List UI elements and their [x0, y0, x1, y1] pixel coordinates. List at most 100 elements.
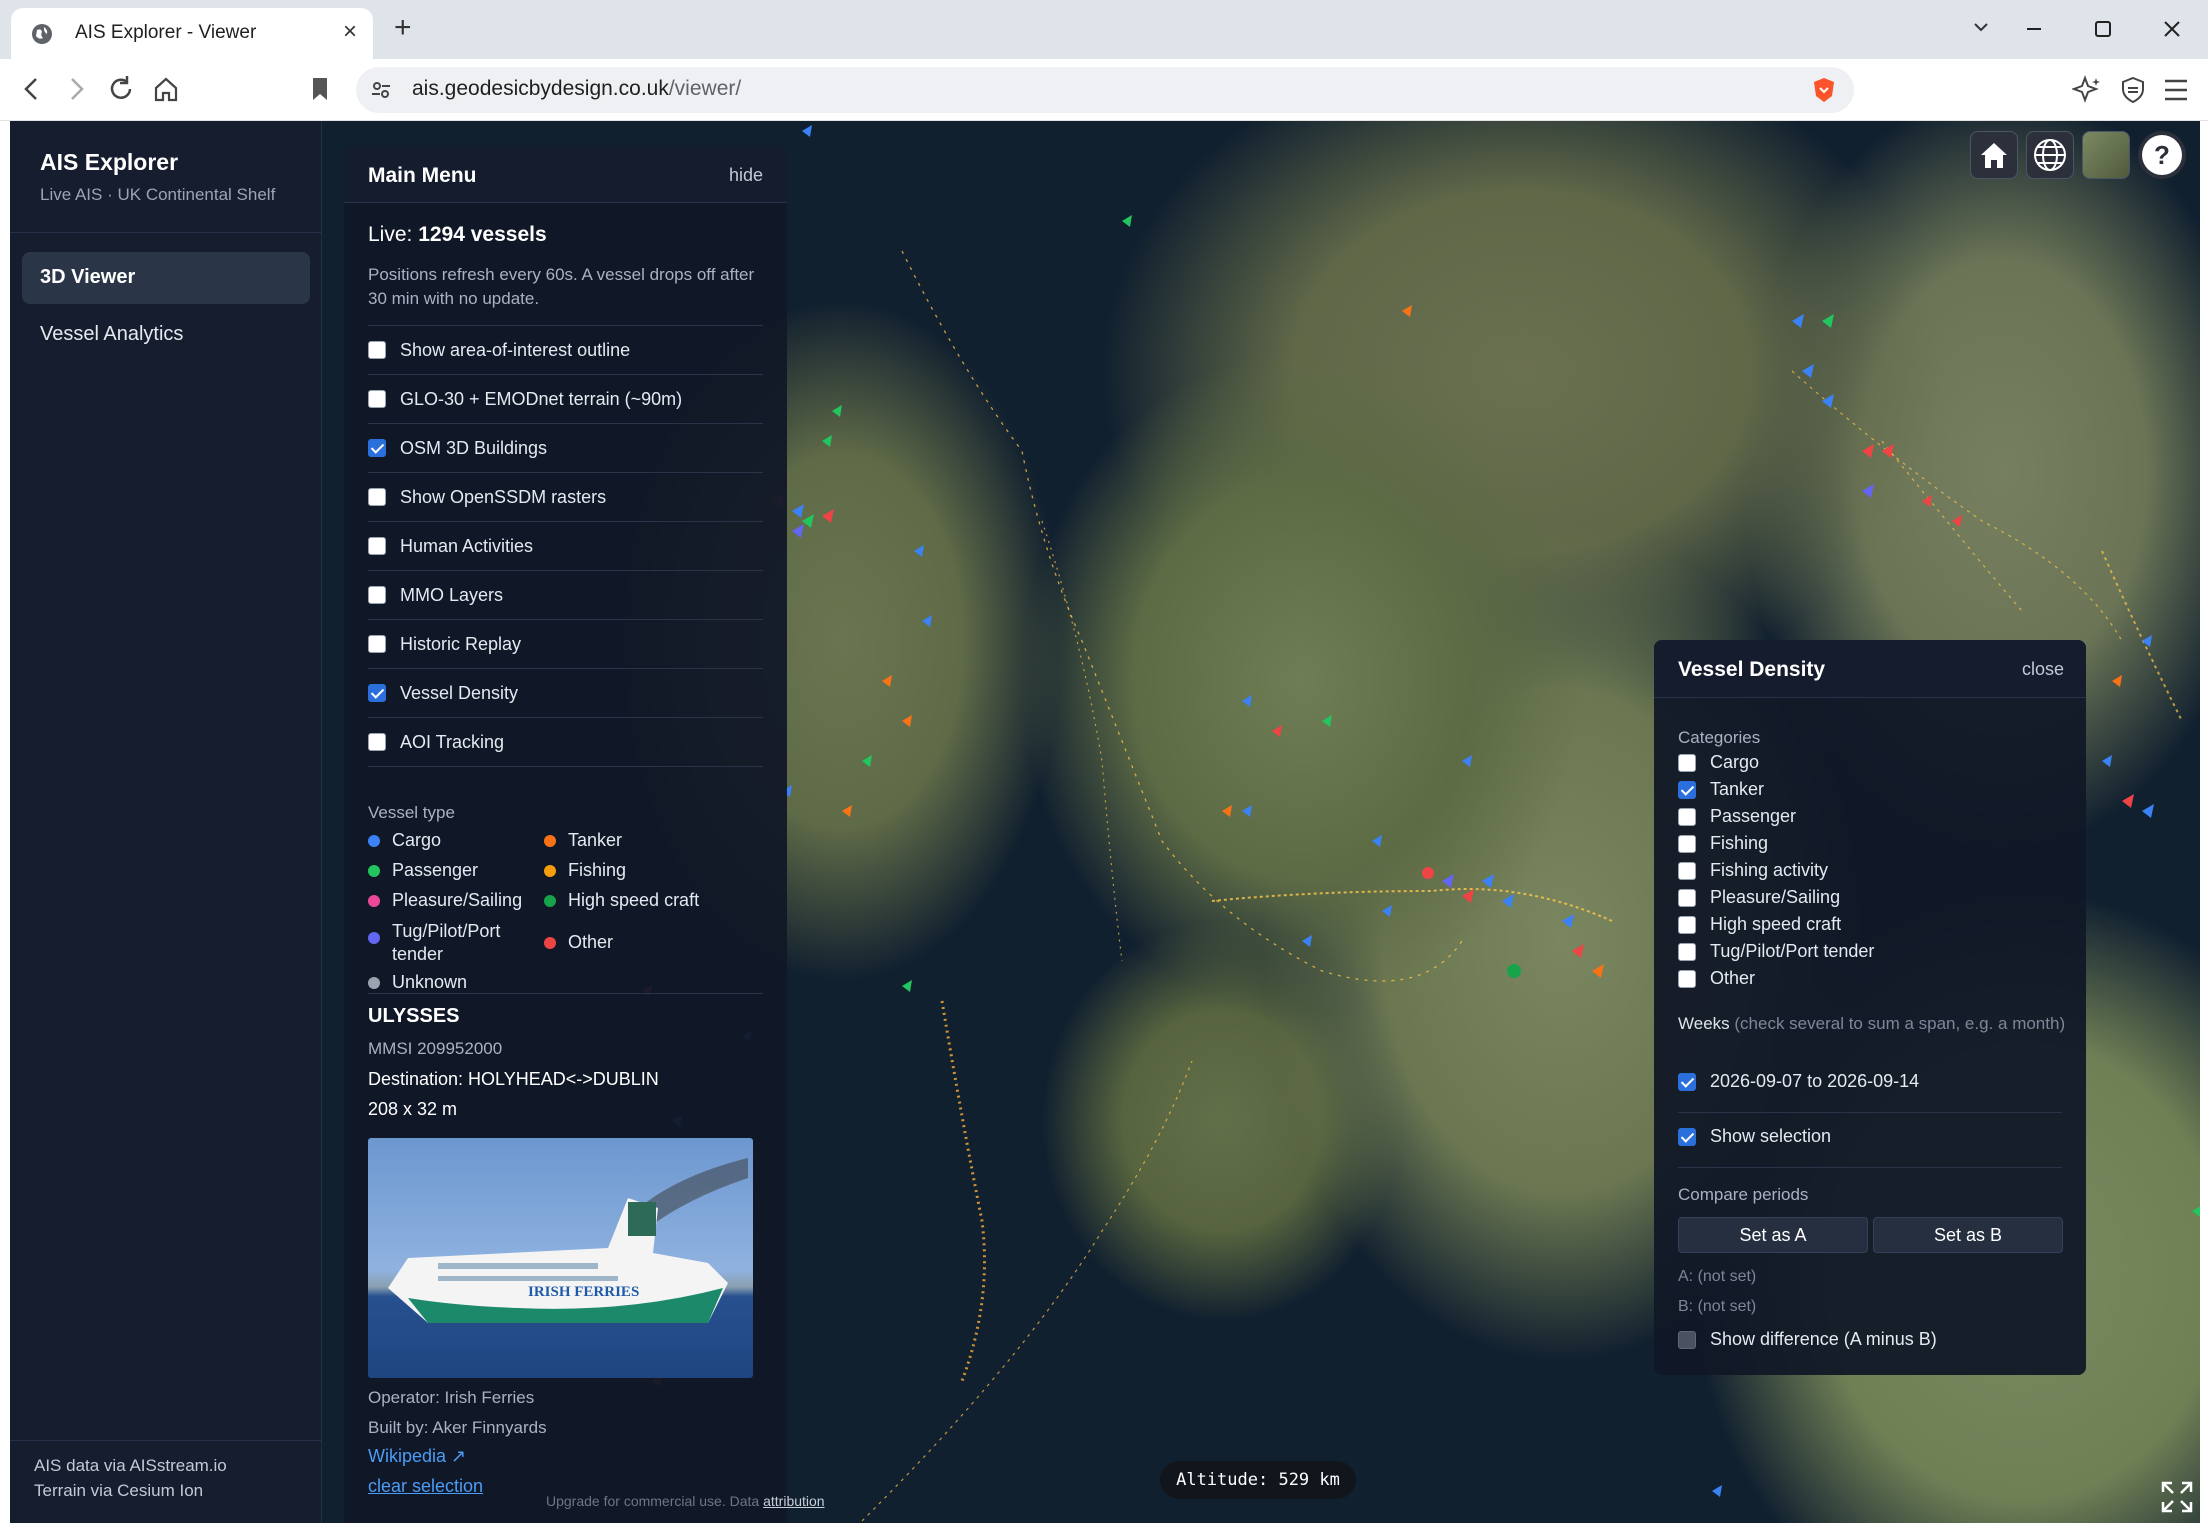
category-checkbox[interactable] — [1678, 753, 1696, 772]
week-label: 2026-09-07 to 2026-09-14 — [1710, 1071, 1920, 1091]
category-checkbox[interactable] — [1678, 807, 1696, 826]
brave-shield-icon[interactable] — [1810, 76, 1838, 104]
sidebar-item-vessel-analytics[interactable]: Vessel Analytics — [22, 309, 310, 361]
ship-livery-text: IRISH FERRIES — [528, 1284, 639, 1300]
show-selection-option[interactable]: Show selection — [1678, 1123, 1831, 1150]
legend-dot — [544, 835, 556, 847]
app-brand: AIS Explorer — [40, 149, 179, 175]
category-other[interactable]: Other — [1678, 965, 1755, 992]
sidebar-item-3d-viewer[interactable]: 3D Viewer — [22, 252, 310, 304]
option-human-activities[interactable]: Human Activities — [368, 521, 763, 570]
set-as-b-button[interactable]: Set as B — [1873, 1217, 2063, 1253]
help-question-icon: ? — [2142, 135, 2182, 175]
option-checkbox[interactable] — [368, 586, 386, 604]
weeks-title: Weeks — [1678, 1014, 1730, 1033]
option-label: Human Activities — [400, 535, 534, 556]
option-checkbox[interactable] — [368, 684, 386, 702]
hamburger-menu-icon[interactable] — [2162, 77, 2190, 103]
weeks-heading: Weeks (check several to sum a span, e.g.… — [1678, 1012, 2078, 1036]
maximize-icon[interactable] — [2094, 20, 2112, 38]
home-icon — [1981, 143, 2007, 168]
option-terrain[interactable]: GLO-30 + EMODnet terrain (~90m) — [368, 374, 763, 423]
main-menu-header: Main Menu hide — [344, 147, 787, 203]
option-checkbox[interactable] — [368, 537, 386, 555]
category-high-speed-craft[interactable]: High speed craft — [1678, 911, 1841, 938]
category-passenger[interactable]: Passenger — [1678, 803, 1796, 830]
leo-ai-sparkle-icon[interactable] — [2072, 75, 2102, 105]
window-close-icon[interactable] — [2163, 20, 2181, 38]
option-osm-buildings[interactable]: OSM 3D Buildings — [368, 423, 763, 472]
map-home-button[interactable] — [1970, 131, 2018, 179]
fullscreen-icon[interactable] — [2160, 1480, 2194, 1514]
set-as-a-button[interactable]: Set as A — [1678, 1217, 1868, 1253]
option-checkbox[interactable] — [368, 439, 386, 457]
show-difference-option[interactable]: Show difference (A minus B) — [1678, 1329, 1937, 1350]
week-option[interactable]: 2026-09-07 to 2026-09-14 — [1678, 1068, 1919, 1095]
option-vessel-density[interactable]: Vessel Density — [368, 668, 763, 717]
legend-label: Pleasure/Sailing — [392, 890, 523, 910]
wikipedia-link[interactable]: Wikipedia ↗ — [368, 1446, 466, 1467]
show-difference-checkbox[interactable] — [1678, 1330, 1696, 1349]
option-checkbox[interactable] — [368, 341, 386, 359]
category-cargo[interactable]: Cargo — [1678, 749, 1759, 776]
altitude-readout: Altitude: 529 km — [1160, 1461, 1356, 1499]
options-divider — [368, 766, 763, 767]
compare-title: Compare periods — [1678, 1185, 1809, 1204]
attribution-link[interactable]: attribution — [763, 1493, 824, 1509]
help-button[interactable]: ? — [2138, 131, 2186, 179]
legend-dot — [368, 977, 380, 989]
minimize-icon[interactable] — [2025, 20, 2043, 38]
option-label: AOI Tracking — [400, 731, 505, 752]
option-checkbox[interactable] — [368, 390, 386, 408]
category-checkbox[interactable] — [1678, 834, 1696, 853]
vessel-density-panel: Vessel Density close Categories Cargo Ta… — [1654, 640, 2086, 1375]
category-fishing-activity[interactable]: Fishing activity — [1678, 857, 1828, 884]
option-openssdm-rasters[interactable]: Show OpenSSDM rasters — [368, 472, 763, 521]
week-checkbox[interactable] — [1678, 1072, 1696, 1091]
legend-label: Other — [568, 932, 614, 952]
url-path: /viewer/ — [668, 77, 742, 100]
category-tug-pilot[interactable]: Tug/Pilot/Port tender — [1678, 938, 1874, 965]
back-arrow-icon[interactable] — [16, 73, 48, 105]
option-label: GLO-30 + EMODnet terrain (~90m) — [400, 388, 683, 409]
legend-dot — [368, 895, 380, 907]
new-tab-icon[interactable]: + — [394, 11, 412, 45]
site-settings-icon[interactable] — [370, 79, 392, 101]
category-checkbox[interactable] — [1678, 969, 1696, 988]
option-checkbox[interactable] — [368, 635, 386, 653]
svg-text:?: ? — [2154, 140, 2170, 170]
density-header: Vessel Density close — [1654, 640, 2086, 698]
category-checkbox[interactable] — [1678, 942, 1696, 961]
vpn-shield-icon[interactable] — [2118, 75, 2148, 105]
legend-dot — [368, 865, 380, 877]
forward-arrow-icon[interactable] — [60, 73, 92, 105]
category-fishing[interactable]: Fishing — [1678, 830, 1768, 857]
category-checkbox[interactable] — [1678, 780, 1696, 799]
density-close-button[interactable]: close — [2022, 659, 2064, 680]
option-aoi-tracking[interactable]: AOI Tracking — [368, 717, 763, 766]
tab-search-chevron-icon[interactable] — [1972, 18, 1990, 36]
category-checkbox[interactable] — [1678, 861, 1696, 880]
category-checkbox[interactable] — [1678, 915, 1696, 934]
reload-icon[interactable] — [105, 73, 137, 105]
option-checkbox[interactable] — [368, 488, 386, 506]
category-label: Fishing activity — [1710, 860, 1829, 880]
option-historic-replay[interactable]: Historic Replay — [368, 619, 763, 668]
browser-tab[interactable]: AIS Explorer - Viewer × — [11, 8, 373, 59]
option-mmo-layers[interactable]: MMO Layers — [368, 570, 763, 619]
category-pleasure-sailing[interactable]: Pleasure/Sailing — [1678, 884, 1840, 911]
clear-selection-link[interactable]: clear selection — [368, 1476, 483, 1497]
legend-other: Other — [544, 932, 613, 953]
main-menu-hide-button[interactable]: hide — [729, 165, 763, 186]
base-layer-picker-button[interactable] — [2082, 131, 2130, 179]
scene-mode-button[interactable] — [2026, 131, 2074, 179]
close-tab-icon[interactable]: × — [343, 18, 357, 46]
category-label: Cargo — [1710, 752, 1760, 772]
home-icon[interactable] — [150, 73, 182, 105]
category-checkbox[interactable] — [1678, 888, 1696, 907]
option-checkbox[interactable] — [368, 733, 386, 751]
option-aoi-outline[interactable]: Show area-of-interest outline — [368, 325, 763, 374]
category-tanker[interactable]: Tanker — [1678, 776, 1764, 803]
show-selection-checkbox[interactable] — [1678, 1127, 1696, 1146]
bookmark-icon[interactable] — [304, 73, 336, 105]
